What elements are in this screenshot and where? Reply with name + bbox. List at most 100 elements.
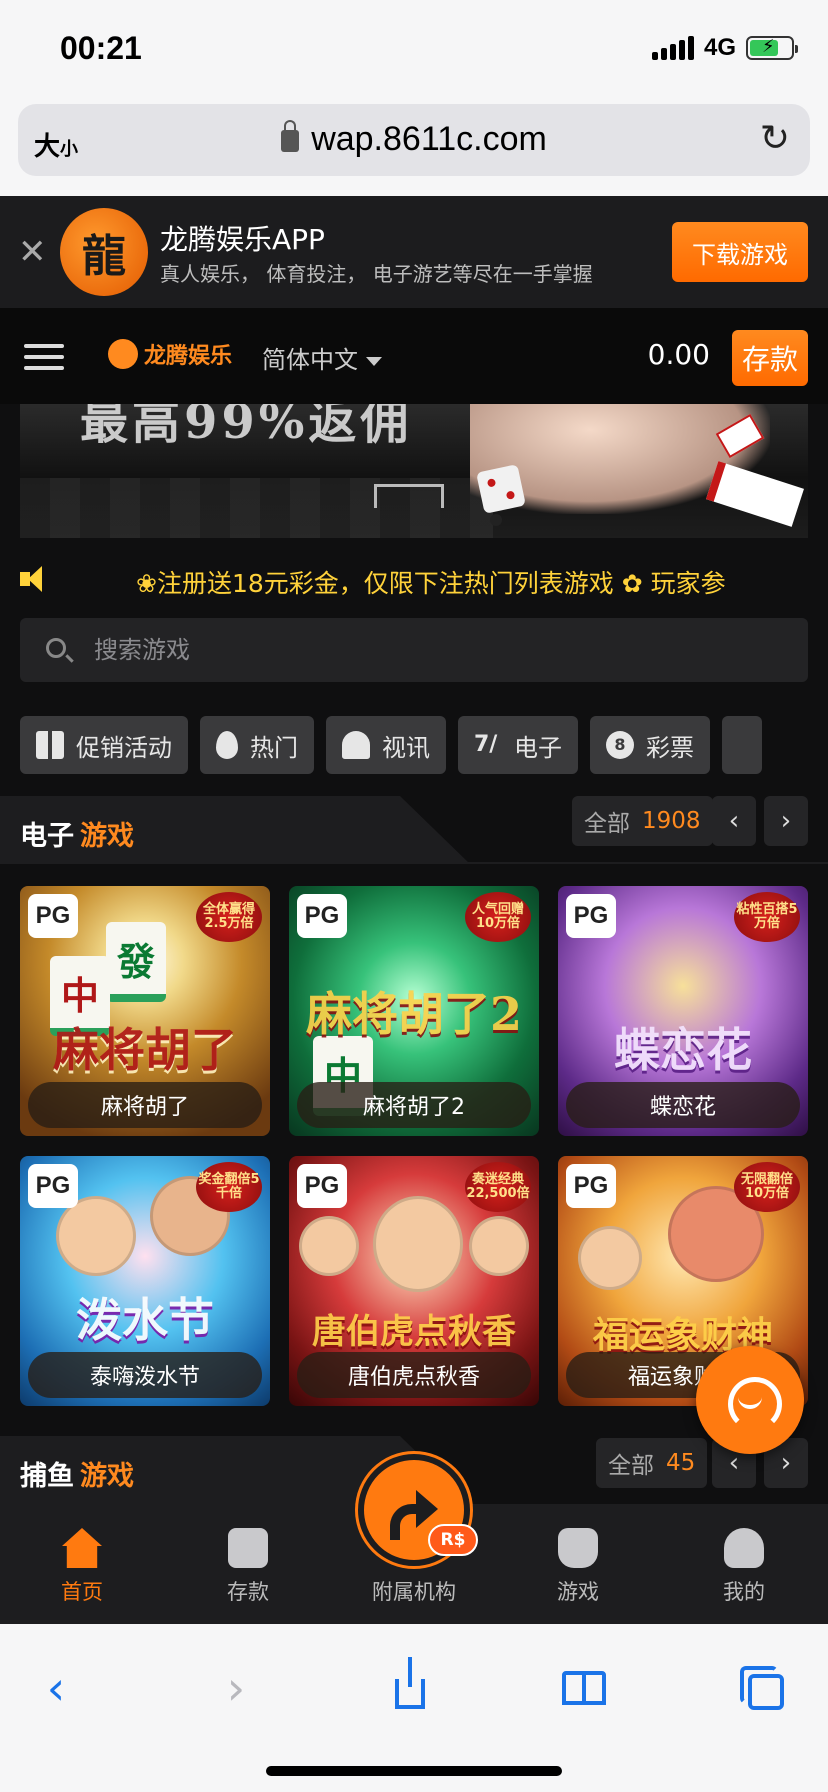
tab-live[interactable]: 视讯 bbox=[326, 716, 446, 774]
tabs-icon[interactable] bbox=[734, 1660, 790, 1716]
hamburger-menu-icon[interactable] bbox=[24, 344, 64, 377]
nav-home[interactable]: 首页 bbox=[22, 1504, 142, 1624]
lock-icon bbox=[281, 120, 300, 152]
url-display[interactable]: wap.8611c.com bbox=[18, 120, 810, 159]
provider-badge: PG bbox=[297, 1164, 347, 1208]
status-indicators: 4G ⚡ bbox=[651, 34, 798, 62]
app-title: 龙腾娱乐APP bbox=[160, 223, 325, 256]
download-game-button[interactable]: 下载游戏 bbox=[672, 222, 808, 282]
language-selector[interactable]: 简体中文 bbox=[262, 340, 382, 375]
character-image bbox=[469, 1216, 529, 1276]
speaker-icon bbox=[20, 566, 50, 592]
close-icon[interactable]: ✕ bbox=[18, 232, 47, 272]
section-title: 电子 游戏 bbox=[20, 814, 134, 853]
chevron-right-icon[interactable]: › bbox=[764, 796, 808, 846]
bookmarks-icon[interactable] bbox=[556, 1660, 612, 1716]
nav-mine[interactable]: 我的 bbox=[684, 1504, 804, 1624]
tab-lottery[interactable]: 8 彩票 bbox=[590, 716, 710, 774]
tab-label: 视讯 bbox=[382, 733, 430, 762]
provider-badge: PG bbox=[566, 1164, 616, 1208]
browser-address-area: 大小 wap.8611c.com ↻ bbox=[0, 100, 828, 196]
tab-label: 促销活动 bbox=[76, 733, 172, 762]
game-art-title: 麻将胡了2 bbox=[305, 987, 522, 1041]
headset-icon bbox=[722, 1375, 782, 1431]
slots-section-header: 电子 游戏 全部 1908 ‹ › bbox=[0, 796, 828, 864]
provider-badge: PG bbox=[28, 1164, 78, 1208]
search-input[interactable] bbox=[94, 626, 774, 674]
category-tabs: 促销活动 热门 视讯 7/电子 8 彩票 bbox=[20, 716, 828, 774]
game-count: 45 bbox=[666, 1450, 696, 1476]
gamepad-icon bbox=[558, 1528, 598, 1568]
tab-more[interactable] bbox=[722, 716, 762, 774]
game-count: 1908 bbox=[642, 808, 701, 834]
share-icon[interactable] bbox=[382, 1657, 438, 1716]
search-icon bbox=[46, 638, 66, 658]
back-icon[interactable]: ‹ bbox=[28, 1660, 84, 1716]
section-title-main: 捕鱼 bbox=[20, 1461, 74, 1492]
view-all-button[interactable]: 全部 1908 bbox=[572, 796, 713, 846]
brand-logo[interactable]: 龙腾娱乐 bbox=[108, 338, 232, 370]
brand-name: 龙腾娱乐 bbox=[144, 344, 233, 369]
multiplier-tag: 人气回赠10万倍 bbox=[465, 892, 531, 942]
game-art-title: 唐伯虎点秋香 bbox=[312, 1312, 516, 1352]
game-card[interactable]: 唐伯虎点秋香 PG 奏迷经典22,500倍 唐伯虎点秋香 bbox=[289, 1156, 539, 1406]
gift-icon bbox=[36, 731, 64, 759]
game-name: 唐伯虎点秋香 bbox=[297, 1352, 531, 1398]
announcement-marquee[interactable]: ❀注册送18元彩金，仅限下注热门列表游戏 ✿ 玩家参 bbox=[0, 550, 828, 608]
tab-hot[interactable]: 热门 bbox=[200, 716, 314, 774]
address-bar[interactable]: 大小 wap.8611c.com ↻ bbox=[18, 104, 810, 176]
game-name: 麻将胡了 bbox=[28, 1082, 262, 1128]
game-card[interactable]: 發 中 麻将胡了 PG 全体赢得2.5万倍 麻将胡了 bbox=[20, 886, 270, 1136]
section-title-main: 电子 bbox=[20, 821, 74, 852]
nav-games[interactable]: 游戏 bbox=[518, 1504, 638, 1624]
game-card[interactable]: 中 麻将胡了2 PG 人气回赠10万倍 麻将胡了2 bbox=[289, 886, 539, 1136]
tab-slots[interactable]: 7/电子 bbox=[458, 716, 578, 774]
view-all-label: 全部 bbox=[608, 1453, 654, 1479]
section-title: 捕鱼 游戏 bbox=[20, 1454, 134, 1493]
nav-label: 游戏 bbox=[557, 1580, 599, 1604]
promo-banner[interactable]: 最高99%返佣 bbox=[20, 404, 808, 538]
goal-graphic bbox=[374, 484, 444, 508]
character-image bbox=[56, 1196, 136, 1276]
nav-deposit[interactable]: 存款 bbox=[188, 1504, 308, 1624]
character-image bbox=[578, 1226, 642, 1290]
game-name: 麻将胡了2 bbox=[297, 1082, 531, 1128]
slot-icon: 7/ bbox=[474, 732, 498, 757]
mahjong-tile-icon: 發 bbox=[106, 922, 166, 1002]
game-name: 蝶恋花 bbox=[566, 1082, 800, 1128]
character-image bbox=[299, 1216, 359, 1276]
tab-promotions[interactable]: 促销活动 bbox=[20, 716, 188, 774]
status-bar: 00:21 4G ⚡ bbox=[0, 0, 828, 100]
carousel-dot[interactable] bbox=[490, 514, 502, 526]
fire-icon bbox=[216, 731, 238, 759]
forward-icon[interactable]: › bbox=[208, 1660, 264, 1716]
section-title-accent: 游戏 bbox=[80, 821, 134, 852]
reload-icon[interactable]: ↻ bbox=[760, 118, 790, 159]
app-header: 龙腾娱乐 简体中文 0.00 存款 bbox=[0, 308, 828, 404]
wallet-icon bbox=[228, 1528, 268, 1568]
game-card[interactable]: 泼水节 PG 奖金翻倍5千倍 泰嗨泼水节 bbox=[20, 1156, 270, 1406]
nav-label: 存款 bbox=[227, 1580, 269, 1604]
customer-support-button[interactable] bbox=[696, 1346, 804, 1454]
user-icon bbox=[724, 1528, 764, 1568]
game-art-title: 泼水节 bbox=[76, 1293, 214, 1347]
status-time: 00:21 bbox=[60, 30, 142, 66]
provider-badge: PG bbox=[28, 894, 78, 938]
section-divider bbox=[0, 862, 828, 864]
deposit-button[interactable]: 存款 bbox=[732, 330, 808, 386]
view-all-label: 全部 bbox=[584, 811, 630, 837]
game-name: 泰嗨泼水节 bbox=[28, 1352, 262, 1398]
language-label: 简体中文 bbox=[262, 346, 358, 374]
multiplier-tag: 粘性百搭5万倍 bbox=[734, 892, 800, 942]
marquee-text: ❀注册送18元彩金，仅限下注热门列表游戏 ✿ 玩家参 bbox=[136, 569, 726, 598]
chevron-left-icon[interactable]: ‹ bbox=[712, 796, 756, 846]
multiplier-tag: 全体赢得2.5万倍 bbox=[196, 892, 262, 942]
home-indicator bbox=[266, 1766, 562, 1776]
provider-badge: PG bbox=[566, 894, 616, 938]
dragon-logo-icon: 龍 bbox=[60, 208, 148, 296]
game-card[interactable]: 蝶恋花 PG 粘性百搭5万倍 蝶恋花 bbox=[558, 886, 808, 1136]
character-image bbox=[373, 1196, 463, 1292]
nav-affiliate-label: 附属机构 bbox=[372, 1580, 456, 1604]
view-all-button[interactable]: 全部 45 bbox=[596, 1438, 708, 1488]
live-dealer-icon bbox=[342, 731, 370, 759]
